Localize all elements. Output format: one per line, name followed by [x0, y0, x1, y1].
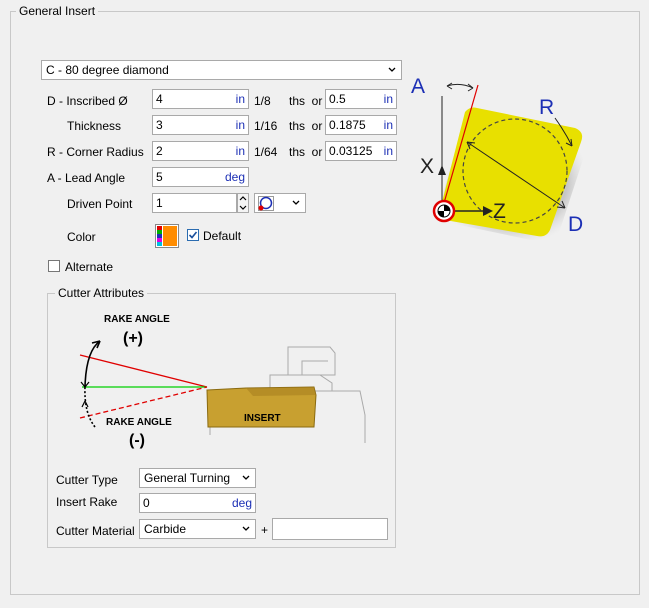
- driven-point-spinner[interactable]: [237, 193, 249, 213]
- chevron-down-icon: [242, 475, 250, 480]
- spinner-down-icon[interactable]: [239, 204, 247, 211]
- thickness-label: Thickness: [67, 119, 122, 133]
- material-extra-input[interactable]: [272, 518, 388, 540]
- rake-negative-title: RAKE ANGLE: [106, 417, 172, 428]
- corner-radius-unit: in: [235, 144, 245, 158]
- corner-radius-label: R - Corner Radius: [47, 145, 144, 159]
- diagram-label-r: R: [539, 96, 555, 119]
- cutter-material-label: Cutter Material: [56, 524, 135, 538]
- chevron-down-icon: [242, 526, 250, 531]
- insert-shape-value: C - 80 degree diamond: [46, 63, 169, 77]
- negative-rake-line: [79, 386, 208, 419]
- cutter-type-select[interactable]: General Turning: [139, 468, 256, 488]
- lead-angle-input[interactable]: 5 deg: [152, 167, 249, 187]
- rake-angle-diagram: [79, 340, 366, 443]
- inscribed-unit: in: [235, 92, 245, 106]
- alternate-label: Alternate: [65, 260, 114, 274]
- spinner-up-icon[interactable]: [239, 195, 247, 202]
- driven-point-input[interactable]: 1: [152, 193, 237, 213]
- thickness-input[interactable]: 3 in: [152, 115, 249, 135]
- chevron-down-icon: [292, 200, 300, 205]
- lead-angle-value: 5: [156, 170, 163, 184]
- driven-point-label: Driven Point: [67, 197, 133, 211]
- corner-radius-input[interactable]: 2 in: [152, 141, 249, 161]
- rake-negative-sign: (-): [129, 432, 145, 449]
- corner-radius-decimal-unit: in: [383, 144, 393, 158]
- color-palette-icon: [155, 224, 179, 248]
- inscribed-decimal-value: 0.5: [329, 92, 346, 106]
- default-color-label: Default: [203, 229, 242, 243]
- thickness-value: 3: [156, 118, 163, 132]
- thickness-decimal-input[interactable]: 0.1875 in: [325, 115, 397, 135]
- color-picker-button[interactable]: [155, 224, 179, 248]
- lead-angle-unit: deg: [224, 170, 245, 184]
- insert-shape-select[interactable]: C - 80 degree diamond: [41, 60, 402, 80]
- inscribed-input[interactable]: 4 in: [152, 89, 249, 109]
- insert-rake-label: Insert Rake: [56, 495, 118, 509]
- insert-rake-input[interactable]: 0 deg: [139, 493, 256, 513]
- chevron-down-icon: [388, 67, 396, 72]
- cutter-type-label: Cutter Type: [56, 473, 118, 487]
- diagram-label-x: X: [420, 155, 435, 178]
- default-color-checkbox[interactable]: [187, 229, 199, 241]
- alternate-checkbox[interactable]: [48, 260, 60, 272]
- group-title: General Insert: [16, 4, 99, 18]
- inscribed-ths-or: ths or: [289, 94, 323, 108]
- corner-radius-fraction: 1/64: [254, 145, 278, 159]
- thickness-decimal-value: 0.1875: [329, 118, 366, 132]
- diagram-label-a: A: [411, 75, 426, 98]
- negative-rake-arc: [84, 386, 96, 428]
- check-icon: [188, 231, 198, 239]
- corner-radius-decimal-value: 0.03125: [329, 144, 373, 158]
- corner-radius-decimal-input[interactable]: 0.03125 in: [325, 141, 397, 161]
- inscribed-value: 4: [156, 92, 163, 106]
- corner-radius-ths-or: ths or: [289, 145, 323, 159]
- insert-rake-unit: deg: [231, 496, 252, 510]
- thickness-decimal-unit: in: [383, 118, 393, 132]
- x-axis-arrow: [438, 165, 446, 175]
- inscribed-decimal-unit: in: [383, 92, 393, 106]
- cutter-material-select[interactable]: Carbide: [139, 519, 256, 539]
- diagram-label-d: D: [568, 213, 584, 236]
- driven-point-marker: [432, 199, 456, 223]
- driven-point-icon-select[interactable]: [254, 193, 306, 213]
- diagram-label-z: Z: [493, 200, 506, 223]
- rake-positive-sign: (+): [123, 330, 143, 347]
- rake-positive-title: RAKE ANGLE: [104, 314, 170, 325]
- color-label: Color: [67, 230, 96, 244]
- lead-angle-label: A - Lead Angle: [47, 171, 126, 185]
- cutter-attributes-title: Cutter Attributes: [55, 286, 148, 300]
- cutter-type-value: General Turning: [144, 471, 231, 485]
- positive-rake-line: [79, 354, 208, 388]
- thickness-unit: in: [235, 118, 245, 132]
- insert-block-label: INSERT: [244, 413, 281, 424]
- thickness-ths-or: ths or: [289, 119, 323, 133]
- thickness-fraction: 1/16: [254, 119, 278, 133]
- corner-point-icon: [258, 196, 274, 211]
- material-plus-label: +: [261, 523, 269, 537]
- inscribed-decimal-input[interactable]: 0.5 in: [325, 89, 397, 109]
- cutter-material-value: Carbide: [144, 522, 187, 536]
- corner-radius-value: 2: [156, 144, 163, 158]
- insert-rake-value: 0: [143, 496, 150, 510]
- inscribed-label: D - Inscribed Ø: [47, 94, 128, 108]
- inscribed-fraction: 1/8: [254, 94, 271, 108]
- driven-point-value: 1: [156, 196, 163, 210]
